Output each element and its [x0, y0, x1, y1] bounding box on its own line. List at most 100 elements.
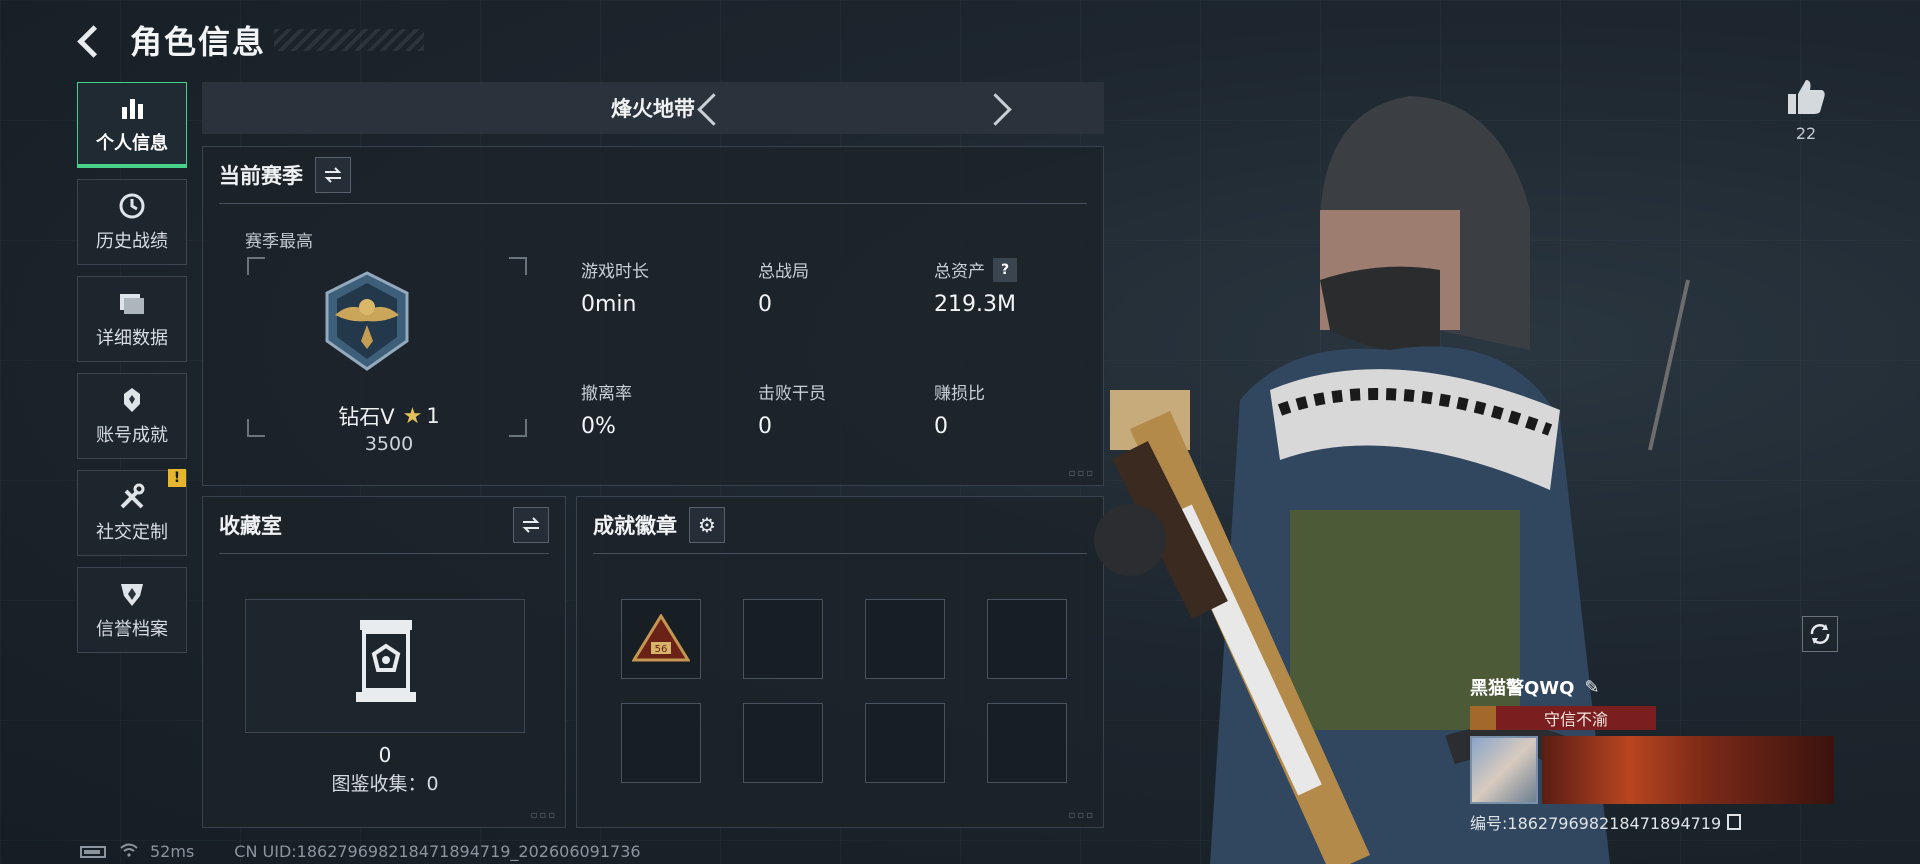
status-bar: 52ms CN UID:186279698218471894719_202606… [80, 842, 641, 861]
nav-item-match-history[interactable]: 历史战绩 [77, 179, 187, 265]
stat-extraction-rate: 撤离率 0% [581, 379, 731, 439]
badge-slot[interactable] [865, 599, 945, 679]
triangle-badge-icon: 56 [632, 614, 690, 662]
badge-slot[interactable] [621, 703, 701, 783]
like-button[interactable]: 22 [1782, 78, 1830, 143]
stat-play-time: 游戏时长 0min [581, 257, 731, 317]
stat-operators-defeated: 击败干员 0 [758, 379, 908, 439]
nav-item-social-customization[interactable]: ! 社交定制 [77, 469, 187, 556]
stat-label-row: 总资产 ? [934, 257, 1084, 282]
stat-label: 击败干员 [758, 384, 826, 404]
nav-label: 信誉档案 [96, 619, 168, 640]
collection-title: 收藏室 [219, 514, 282, 538]
mode-title: 烽火地带 [611, 97, 695, 121]
badge-slot[interactable] [987, 703, 1067, 783]
medal-icon [117, 385, 147, 415]
stat-label: 总资产 [934, 262, 985, 282]
banner-row [1470, 736, 1840, 804]
swap-season-button[interactable] [315, 157, 351, 193]
collection-count: 0 [378, 743, 392, 767]
badge-slot[interactable]: 56 [621, 599, 701, 679]
gear-icon: ⚙ [698, 513, 716, 537]
season-best-label: 赛季最高 [245, 232, 313, 252]
mode-selector: 烽火地带 [202, 82, 1104, 134]
header: 角色信息 [74, 18, 425, 62]
thumbs-up-icon [1788, 80, 1825, 114]
collection-display[interactable] [245, 599, 525, 733]
player-title-plate[interactable]: 守信不渝 [1470, 706, 1656, 730]
stat-label: 赚损比 [934, 384, 985, 404]
stat-value: 0% [581, 414, 616, 439]
achievements-settings-button[interactable]: ⚙ [689, 507, 725, 543]
rank-score: 3500 [364, 433, 414, 455]
divider [593, 553, 1087, 554]
badge-slot[interactable] [743, 703, 823, 783]
nav-label: 历史战绩 [96, 231, 168, 252]
swap-icon [522, 517, 540, 533]
nav-item-detailed-data[interactable]: 详细数据 [77, 276, 187, 362]
nav-item-reputation-file[interactable]: 信誉档案 [77, 567, 187, 653]
badge-grid: 56 [621, 599, 1067, 783]
stat-profit-loss-ratio: 赚损比 0 [934, 379, 1084, 439]
title-decoration [274, 29, 425, 51]
warning-badge: ! [168, 469, 186, 487]
player-uid-row: 编号:186279698218471894719 [1470, 810, 1840, 834]
ping-value: 52ms [150, 842, 195, 861]
edit-pencil-icon[interactable]: ✎ [1584, 677, 1599, 698]
side-nav: 个人信息 历史战绩 详细数据 账号成就 ! 社交定制 信誉档案 [77, 82, 187, 664]
player-uid: 编号:186279698218471894719 [1470, 814, 1722, 833]
prev-mode-chevron-icon[interactable] [688, 88, 728, 128]
badge-slot[interactable] [865, 703, 945, 783]
nav-label: 个人信息 [96, 132, 168, 154]
stat-total-assets: 总资产 ? 219.3M [934, 257, 1084, 317]
avatar[interactable] [1470, 736, 1538, 804]
copy-icon[interactable] [1727, 814, 1742, 830]
display-case-icon [356, 618, 416, 712]
tools-icon [117, 482, 147, 512]
nav-label: 账号成就 [96, 425, 168, 446]
player-name: 黑猫警QWQ [1470, 678, 1575, 699]
badge-slot[interactable] [743, 599, 823, 679]
folder-icon [117, 288, 147, 318]
season-title: 当前赛季 [219, 164, 303, 188]
nav-label: 详细数据 [96, 328, 168, 349]
rank-name-row: 钻石V ★ 1 [203, 401, 575, 431]
rotate-model-button[interactable] [1802, 616, 1838, 652]
stat-value: 219.3M [934, 292, 1016, 317]
like-count: 22 [1795, 124, 1817, 143]
player-title: 守信不渝 [1543, 710, 1608, 729]
title-emblem-icon [1470, 706, 1496, 730]
player-name-row: 黑猫警QWQ ✎ [1470, 674, 1840, 700]
corner-decoration: ▫▫▫ [530, 810, 557, 821]
divider [219, 203, 1087, 204]
achievements-panel: 成就徽章 ⚙ 56 ▫▫▫ [576, 496, 1104, 828]
stat-label: 撤离率 [581, 384, 632, 404]
stat-value: 0min [581, 292, 637, 317]
player-banner[interactable] [1542, 736, 1834, 804]
stat-value: 0 [758, 414, 772, 439]
nav-item-personal-info[interactable]: 个人信息 [77, 82, 187, 168]
player-card: 黑猫警QWQ ✎ 守信不渝 编号:186279698218471894719 [1470, 674, 1840, 834]
divider [219, 553, 549, 554]
stat-value: 0 [758, 292, 772, 317]
battery-icon [80, 845, 106, 858]
stat-value: 0 [934, 414, 948, 439]
help-icon[interactable]: ? [993, 257, 1017, 282]
collection-panel: 收藏室 0 图鉴收集：0 ▫▫▫ [202, 496, 566, 828]
session-uid: CN UID:186279698218471894719_20260609173… [234, 842, 641, 861]
page-title: 角色信息 [130, 23, 267, 61]
swap-icon [324, 167, 342, 183]
bar-chart-icon [117, 93, 147, 123]
next-mode-chevron-icon[interactable] [980, 88, 1020, 128]
stat-label: 总战局 [758, 262, 809, 282]
achievements-title: 成就徽章 [593, 514, 677, 538]
rank-stars: 1 [426, 404, 440, 428]
nav-item-account-achievements[interactable]: 账号成就 [77, 373, 187, 459]
swap-collection-button[interactable] [513, 507, 549, 543]
back-arrow-icon[interactable] [74, 22, 110, 58]
clock-icon [117, 191, 147, 221]
refresh-icon [1810, 624, 1830, 644]
current-season-panel: 当前赛季 赛季最高 钻石V ★ 1 3500 游戏时长 0min 总战局 0 总… [202, 146, 1104, 486]
shield-icon [117, 579, 147, 609]
badge-slot[interactable] [987, 599, 1067, 679]
